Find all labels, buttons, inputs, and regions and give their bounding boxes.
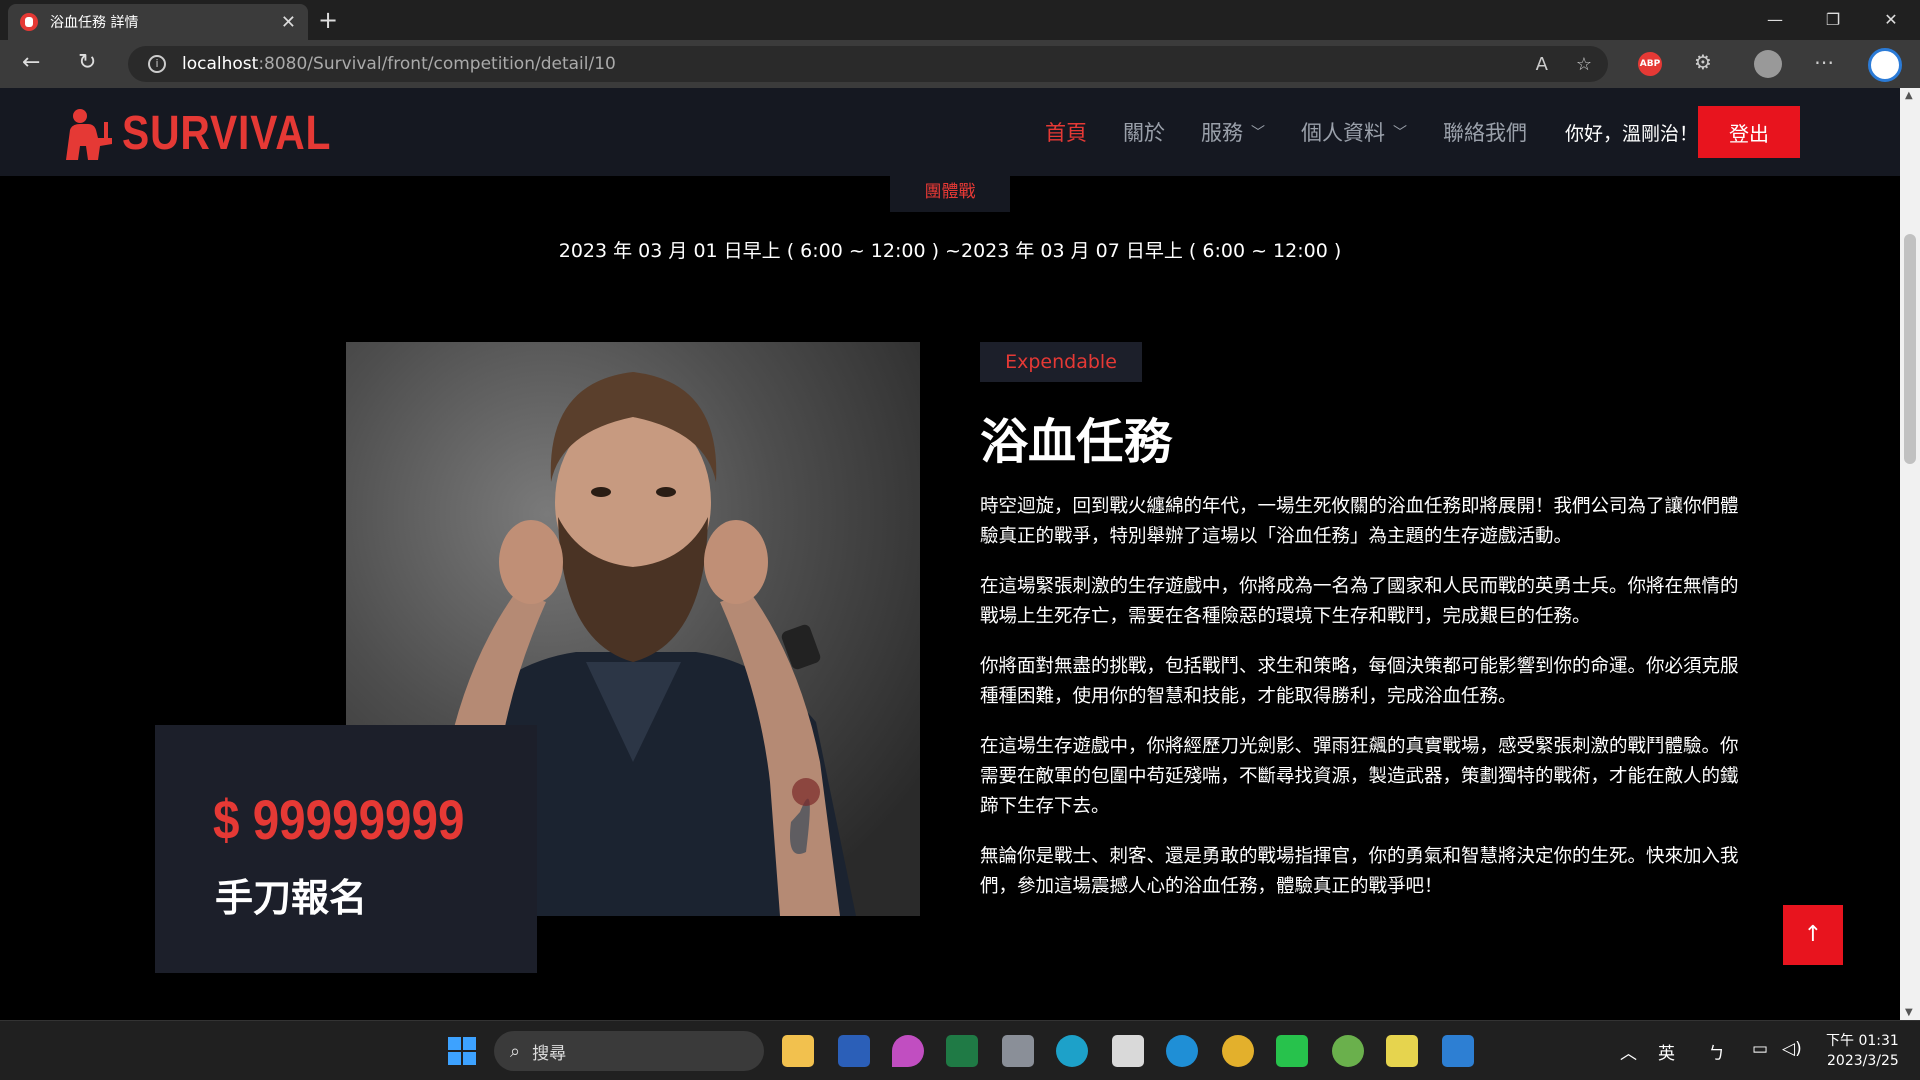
site-logo[interactable]: SURVIVAL: [58, 106, 368, 161]
chevron-down-icon: ﹀: [1250, 125, 1265, 141]
url-path: :8080/Survival/front/competition/detail/…: [258, 54, 616, 74]
search-label: 搜尋: [532, 1043, 567, 1064]
soldier-logo-icon: [66, 108, 112, 160]
competition-badge: Expendable: [980, 342, 1142, 382]
chrome-icon[interactable]: [1222, 1035, 1254, 1067]
search-icon: ⌕: [510, 1040, 521, 1062]
back-icon[interactable]: ←: [22, 50, 40, 75]
browser-tabbar: 浴血任務 詳情 ✕ + — ❐ ✕: [0, 0, 1920, 40]
signup-button[interactable]: 手刀報名: [215, 867, 367, 922]
ime-mode-icon[interactable]: ㄅ: [1708, 1039, 1725, 1064]
paint-drop-icon[interactable]: [892, 1035, 924, 1067]
user-greeting: 你好，溫剛治！: [1564, 122, 1698, 145]
scrollbar-thumb[interactable]: [1904, 234, 1916, 464]
spring-icon[interactable]: [1332, 1035, 1364, 1067]
ime-language[interactable]: 英: [1658, 1039, 1675, 1064]
description-paragraph: 無論你是戰士、刺客、還是勇敢的戰場指揮官，你的勇氣和智慧將決定你的生死。快來加入…: [980, 846, 1739, 897]
adblock-icon[interactable]: ABP: [1638, 52, 1662, 76]
favorite-star-icon[interactable]: ☆: [1576, 54, 1592, 75]
store-icon[interactable]: [1112, 1035, 1144, 1067]
excel-icon[interactable]: [946, 1035, 978, 1067]
description-paragraph: 在這場緊張刺激的生存遊戲中，你將成為一名為了國家和人民而戰的英勇士兵。你將在無情…: [980, 576, 1739, 627]
sticky-notes-icon[interactable]: [1386, 1035, 1418, 1067]
tab-title: 浴血任務 詳情: [50, 15, 139, 31]
extensions-icon[interactable]: ⚙: [1694, 50, 1712, 74]
nav-services-label: 服務: [1200, 121, 1243, 145]
refresh-icon[interactable]: ↻: [78, 50, 96, 75]
chevron-down-icon: ﹀: [1392, 125, 1407, 141]
nav-contact-label: 聯絡我們: [1442, 121, 1527, 145]
vscode-icon[interactable]: [1442, 1035, 1474, 1067]
profile-avatar[interactable]: [1754, 50, 1782, 78]
site-header: SURVIVAL 首頁 關於 服務 ﹀ 個人資料 ﹀ 聯絡我們 你好，溫剛治！ 登出: [0, 88, 1900, 176]
minimize-icon[interactable]: —: [1746, 0, 1804, 40]
nav-services[interactable]: 服務 ﹀: [1201, 117, 1265, 147]
description-paragraph: 你將面對無盡的挑戰，包括戰鬥、求生和策略，每個決策都可能影響到你的命運。你必須克…: [980, 656, 1739, 707]
edge-icon[interactable]: [1056, 1035, 1088, 1067]
site-info-icon[interactable]: i: [148, 55, 166, 73]
more-menu-icon[interactable]: ⋯: [1814, 50, 1834, 74]
browser-tab[interactable]: 浴血任務 詳情 ✕: [8, 4, 308, 40]
logo-text: SURVIVAL: [122, 107, 332, 160]
description-paragraph: 在這場生存遊戲中，你將經歷刀光劍影、彈雨狂飆的真實戰場，感受緊張刺激的戰鬥體驗。…: [980, 736, 1739, 817]
line-icon[interactable]: [1276, 1035, 1308, 1067]
competition-title: 浴血任務: [980, 414, 1173, 470]
price-card: $ 99999999 手刀報名: [155, 725, 537, 973]
skype-icon[interactable]: [1166, 1035, 1198, 1067]
word-icon[interactable]: [838, 1035, 870, 1067]
network-icon[interactable]: ▭: [1752, 1039, 1768, 1059]
page-viewport: SURVIVAL 首頁 關於 服務 ﹀ 個人資料 ﹀ 聯絡我們 你好，溫剛治！ 登出…: [0, 88, 1900, 1020]
browser-toolbar: ← ↻ i localhost :8080/Survival/front/com…: [0, 40, 1920, 88]
favicon-icon: [20, 13, 38, 31]
windows-start-icon[interactable]: [448, 1037, 476, 1065]
scroll-up-icon[interactable]: ▲: [1905, 90, 1913, 101]
windows-taskbar: ⌕ 搜尋 ︿ 英 ㄅ ▭ ◁) 下午 01:31 2023/3/25: [0, 1020, 1920, 1080]
back-to-top-button[interactable]: ↑: [1783, 905, 1843, 965]
bing-icon[interactable]: [1868, 48, 1902, 82]
close-window-icon[interactable]: ✕: [1862, 0, 1920, 40]
competition-description: 時空迴旋，回到戰火纏綿的年代，一場生死攸關的浴血任務即將展開！我們公司為了讓你們…: [980, 492, 1742, 922]
arrow-up-icon: ↑: [1803, 922, 1823, 947]
url-host: localhost: [182, 54, 259, 74]
file-explorer-icon[interactable]: [782, 1035, 814, 1067]
nav-about[interactable]: 關於: [1123, 117, 1165, 147]
price: $ 99999999: [213, 788, 465, 851]
window-controls: — ❐ ✕: [1746, 0, 1920, 40]
address-bar[interactable]: i localhost :8080/Survival/front/competi…: [128, 46, 1608, 82]
date-range: 2023 年 03 月 01 日早上 ( 6:00 ~ 12:00 ) ~202…: [558, 240, 1342, 262]
category-tag: 團體戰: [890, 176, 1010, 212]
nav-home[interactable]: 首頁: [1045, 117, 1087, 147]
clock-time: 下午 01:31: [1826, 1033, 1899, 1049]
clock-date: 2023/3/25: [1827, 1053, 1899, 1069]
calculator-icon[interactable]: [1002, 1035, 1034, 1067]
nav-contact[interactable]: 聯絡我們: [1443, 117, 1527, 147]
restore-icon[interactable]: ❐: [1804, 0, 1862, 40]
taskbar-search[interactable]: ⌕ 搜尋: [494, 1031, 764, 1071]
nav-home-label: 首頁: [1044, 121, 1087, 145]
new-tab-icon[interactable]: +: [318, 6, 338, 34]
close-tab-icon[interactable]: ✕: [281, 12, 296, 33]
chevron-up-icon[interactable]: ︿: [1620, 1039, 1637, 1064]
nav-profile-label: 個人資料: [1300, 121, 1385, 145]
page-scrollbar[interactable]: ▲ ▼: [1900, 88, 1920, 1020]
read-aloud-icon[interactable]: A: [1536, 54, 1548, 75]
nav-about-label: 關於: [1122, 121, 1165, 145]
volume-icon[interactable]: ◁): [1782, 1039, 1802, 1059]
taskbar-clock[interactable]: 下午 01:31 2023/3/25: [1826, 1031, 1899, 1071]
main-nav: 首頁 關於 服務 ﹀ 個人資料 ﹀ 聯絡我們 你好，溫剛治！ 登出: [1009, 88, 1800, 176]
logout-button[interactable]: 登出: [1698, 106, 1800, 158]
description-paragraph: 時空迴旋，回到戰火纏綿的年代，一場生死攸關的浴血任務即將展開！我們公司為了讓你們…: [980, 496, 1739, 547]
nav-profile[interactable]: 個人資料 ﹀: [1301, 117, 1407, 147]
scroll-down-icon[interactable]: ▼: [1905, 1007, 1913, 1018]
